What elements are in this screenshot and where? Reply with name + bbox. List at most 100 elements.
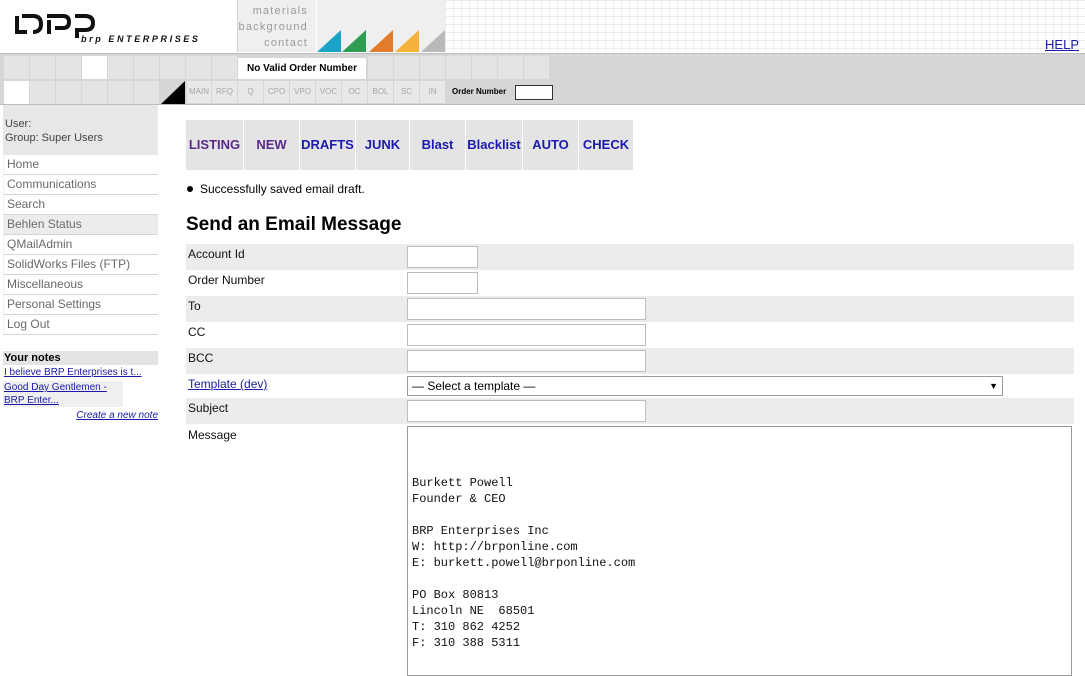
triangle-green-icon	[342, 30, 366, 52]
signature-line: F: 310 388 5311	[412, 636, 521, 650]
signature-line: Lincoln NE 68501	[412, 604, 535, 618]
bcc-field[interactable]	[407, 350, 646, 372]
sidebar-item-home[interactable]: Home	[3, 155, 158, 175]
header: brp ENTERPRISES materials background con…	[0, 0, 1085, 54]
triangle-gray-icon	[421, 30, 445, 52]
nav-square	[420, 56, 445, 79]
to-field[interactable]	[407, 298, 646, 320]
top-link-contact[interactable]: contact	[238, 35, 308, 51]
nav-square	[186, 56, 211, 79]
signature-line	[412, 507, 1071, 523]
create-note-link[interactable]: Create a new note	[3, 410, 158, 421]
sidebar-item-communications[interactable]: Communications	[3, 175, 158, 195]
nav-square	[30, 56, 55, 79]
sidebar-item-log-out[interactable]: Log Out	[3, 315, 158, 335]
tab-blacklist[interactable]: Blacklist	[466, 120, 522, 170]
to-label: To	[188, 299, 201, 313]
brand-subtitle: brp ENTERPRISES	[81, 34, 201, 44]
nav-square	[30, 81, 55, 104]
signature-line: T: 310 862 4252	[412, 620, 521, 634]
nav-square	[82, 81, 107, 104]
dropdown-arrow-icon: ▼	[989, 381, 998, 391]
form-row-bcc: BCC	[186, 348, 1074, 374]
nav-square	[56, 81, 81, 104]
form-row-to: To	[186, 296, 1074, 322]
nav-square	[82, 56, 107, 79]
order-number-input[interactable]	[515, 85, 553, 100]
nav-square	[4, 81, 29, 104]
nav-square	[160, 56, 185, 79]
form-row-account-id: Account Id	[186, 244, 1074, 270]
tab-rfq[interactable]: RFQ	[212, 81, 237, 103]
form-row-subject: Subject	[186, 398, 1074, 424]
signature-line	[412, 571, 1071, 587]
tab-junk[interactable]: JUNK	[356, 120, 409, 170]
nav-square	[498, 56, 523, 79]
user-info: User: Group: Super Users	[3, 105, 158, 155]
nav-square	[108, 56, 133, 79]
top-links: materials background contact	[238, 0, 316, 52]
note-link[interactable]: I believe BRP Enterprises is t...	[3, 366, 158, 379]
nav-square	[368, 56, 393, 79]
nav-square	[134, 81, 159, 104]
form-row-order-number: Order Number	[186, 270, 1074, 296]
tab-listing[interactable]: LISTING	[186, 120, 243, 170]
template-selected-value: — Select a template —	[412, 379, 536, 393]
tab-in[interactable]: IN	[420, 81, 445, 103]
form-row-template: Template (dev) — Select a template — ▼	[186, 374, 1074, 398]
nav-square	[4, 56, 29, 79]
message-textarea[interactable]: Burkett Powell Founder & CEO BRP Enterpr…	[407, 426, 1072, 676]
success-message: Successfully saved email draft.	[186, 182, 365, 196]
nav-square	[524, 56, 549, 79]
tab-sc[interactable]: SC	[394, 81, 419, 103]
sidebar-item-qmailadmin[interactable]: QMailAdmin	[3, 235, 158, 255]
sidebar-item-search[interactable]: Search	[3, 195, 158, 215]
order-status-label: No Valid Order Number	[238, 58, 366, 79]
tab-drafts[interactable]: DRAFTS	[300, 120, 355, 170]
top-link-background[interactable]: background	[238, 19, 308, 35]
tab-cpo[interactable]: CPO	[264, 81, 289, 103]
tab-vpo[interactable]: VPO	[290, 81, 315, 103]
tab-main[interactable]: MAIN	[187, 81, 211, 103]
tab-bol[interactable]: BOL	[368, 81, 393, 103]
cc-field[interactable]	[407, 324, 646, 346]
notes-title: Your notes	[3, 351, 158, 365]
template-select[interactable]: — Select a template — ▼	[407, 376, 1003, 396]
help-link[interactable]: HELP	[1045, 37, 1079, 52]
sidebar-item-miscellaneous[interactable]: Miscellaneous	[3, 275, 158, 295]
triangle-yellow-icon	[395, 30, 419, 52]
sidebar-item-personal-settings[interactable]: Personal Settings	[3, 295, 158, 315]
signature-line: E: burkett.powell@brponline.com	[412, 556, 636, 570]
order-number-field[interactable]	[407, 272, 478, 294]
tab-oc[interactable]: OC	[342, 81, 367, 103]
page-title: Send an Email Message	[186, 214, 402, 235]
order-number-label: Order Number	[452, 87, 507, 96]
triangle-teal-icon	[317, 30, 341, 52]
nav-square	[394, 56, 419, 79]
sidebar-item-solidworks-files[interactable]: SolidWorks Files (FTP)	[3, 255, 158, 275]
template-link[interactable]: Template (dev)	[188, 377, 267, 391]
tab-check[interactable]: CHECK	[579, 120, 633, 170]
brand-logo[interactable]: brp ENTERPRISES	[3, 0, 238, 52]
tab-new[interactable]: NEW	[244, 120, 299, 170]
signature-line: W: http://brponline.com	[412, 540, 578, 554]
subject-field[interactable]	[407, 400, 646, 422]
tab-auto[interactable]: AUTO	[523, 120, 578, 170]
corner-triangle-icon	[161, 81, 185, 104]
group-label: Group: Super Users	[5, 132, 103, 144]
nav-square	[134, 56, 159, 79]
account-id-field[interactable]	[407, 246, 478, 268]
tab-voc[interactable]: VOC	[316, 81, 341, 103]
account-id-label: Account Id	[188, 247, 245, 261]
nav-square	[446, 56, 471, 79]
form-row-cc: CC	[186, 322, 1074, 348]
sidebar: User: Group: Super Users Home Communicat…	[3, 105, 158, 421]
bcc-label: BCC	[188, 351, 214, 365]
signature-line: BRP Enterprises Inc	[412, 524, 549, 538]
note-link[interactable]: Good Day Gentlemen - BRP Enter...	[3, 381, 123, 407]
signature-line: Burkett Powell	[412, 476, 513, 490]
sidebar-item-behlen-status[interactable]: Behlen Status	[3, 215, 158, 235]
tab-q[interactable]: Q	[238, 81, 263, 103]
top-link-materials[interactable]: materials	[238, 3, 308, 19]
tab-blast[interactable]: Blast	[410, 120, 465, 170]
